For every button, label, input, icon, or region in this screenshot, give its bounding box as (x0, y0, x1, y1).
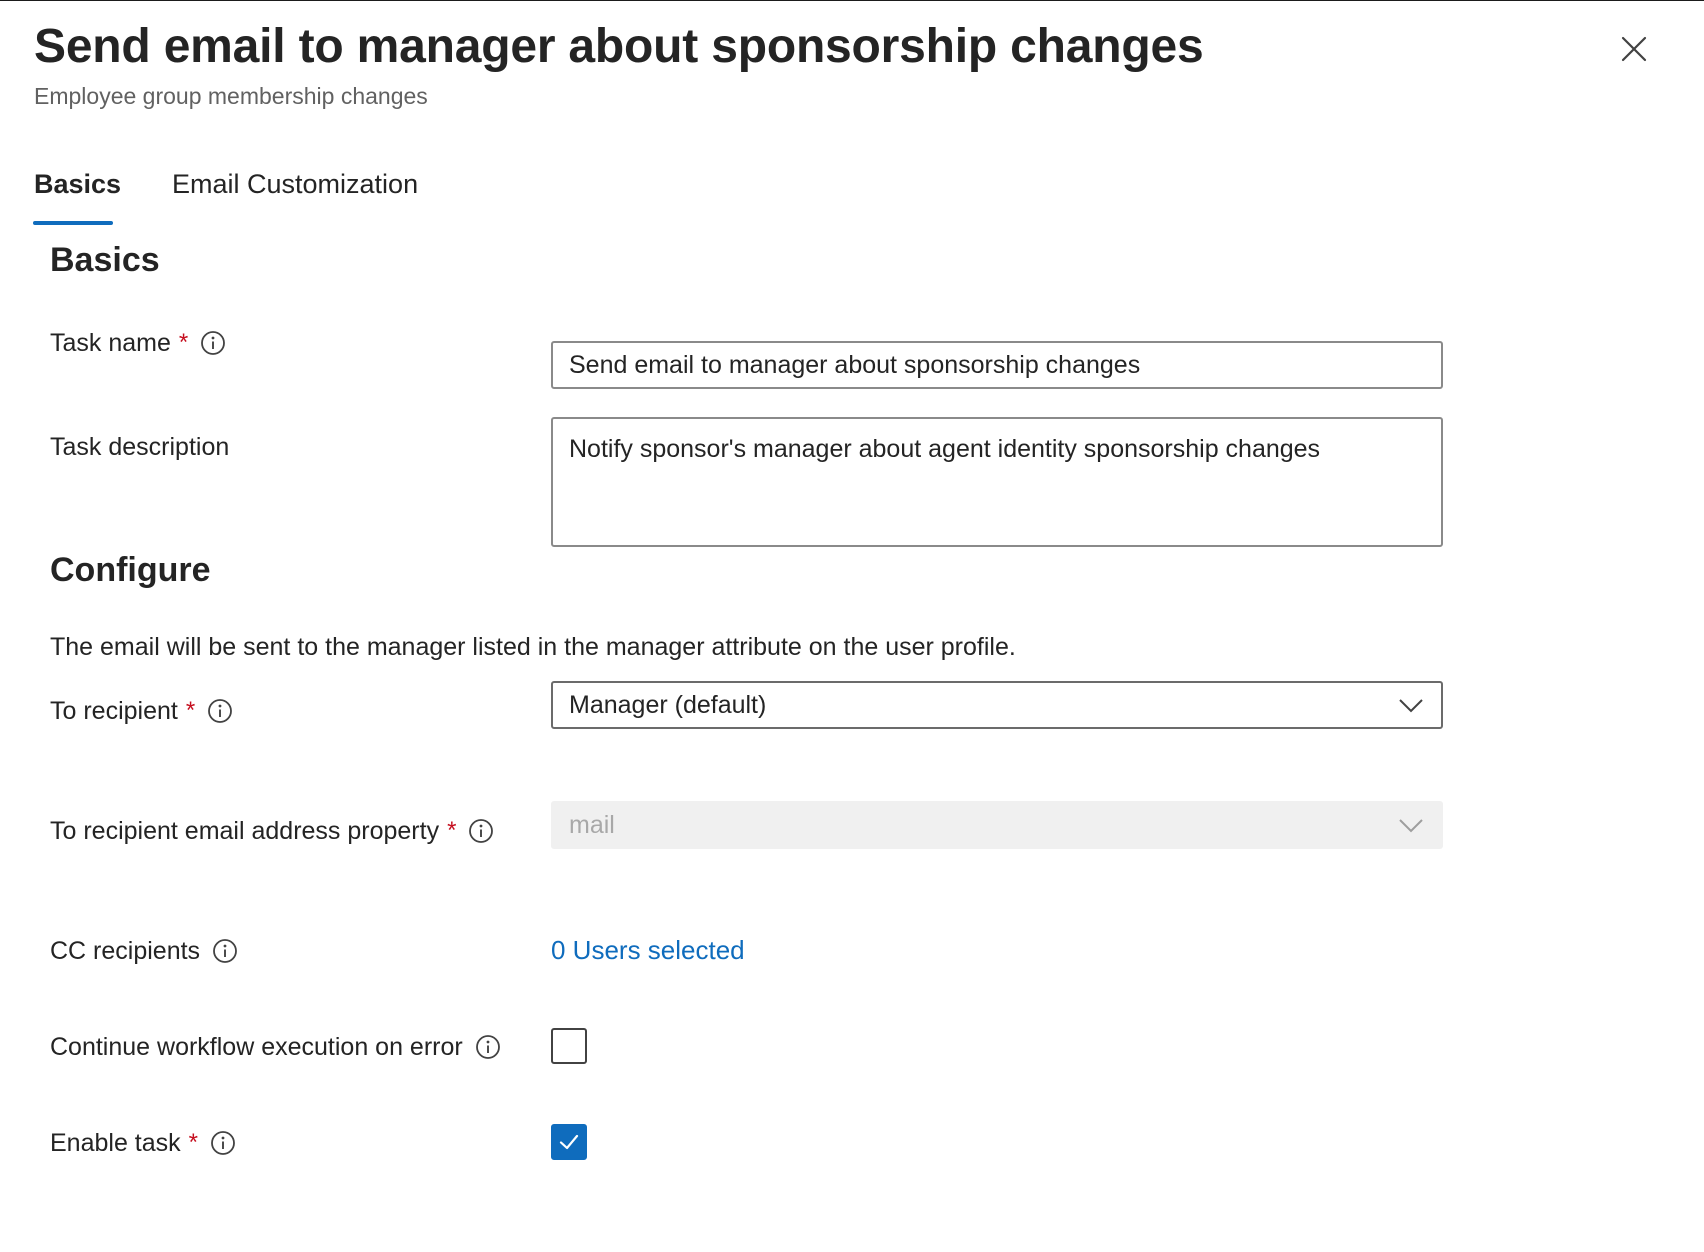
continue-on-error-label: Continue workflow execution on error (50, 1025, 501, 1069)
tab-active-indicator (33, 221, 113, 225)
required-marker: * (188, 1129, 198, 1156)
cc-recipients-label: CC recipients (50, 929, 238, 973)
required-marker: * (185, 697, 196, 724)
chevron-down-icon (1397, 695, 1425, 715)
tab-email-customization[interactable]: Email Customization (172, 169, 418, 200)
panel-title: Send email to manager about sponsorship … (34, 20, 1204, 73)
task-name-label-text: Task name (50, 328, 171, 357)
configure-description: The email will be sent to the manager li… (50, 633, 1016, 661)
info-icon[interactable] (212, 938, 238, 964)
configure-section-title: Configure (50, 551, 211, 589)
tab-basics-label: Basics (34, 169, 122, 199)
email-property-value: mail (569, 810, 615, 839)
close-button[interactable] (1614, 29, 1654, 69)
info-icon[interactable] (475, 1034, 501, 1060)
task-description-label-text: Task description (50, 432, 230, 461)
enable-task-label-text: Enable task (50, 1128, 181, 1157)
tab-basics[interactable]: Basics (33, 169, 122, 225)
tab-email-customization-label: Email Customization (172, 169, 419, 199)
task-description-input[interactable]: Notify sponsor's manager about agent ide… (551, 417, 1443, 547)
task-panel: Send email to manager about sponsorship … (0, 0, 1704, 1252)
to-recipient-dropdown[interactable]: Manager (default) (551, 681, 1443, 729)
cc-recipients-link[interactable]: 0 Users selected (551, 935, 745, 966)
required-marker: * (447, 817, 457, 844)
email-property-label: To recipient email address property * (50, 809, 494, 853)
task-name-label: Task name * (50, 321, 226, 365)
required-marker: * (178, 329, 189, 356)
info-icon[interactable] (468, 818, 494, 844)
cc-recipients-label-text: CC recipients (50, 936, 201, 965)
continue-on-error-checkbox[interactable] (551, 1028, 587, 1064)
close-icon (1621, 36, 1647, 62)
basics-section-title: Basics (50, 241, 160, 279)
continue-on-error-label-text: Continue workflow execution on error (50, 1032, 463, 1061)
panel-subtitle: Employee group membership changes (34, 83, 428, 109)
email-property-label-text: To recipient email address property (50, 816, 440, 845)
enable-task-label: Enable task * (50, 1121, 236, 1165)
task-description-label: Task description (50, 425, 229, 469)
info-icon[interactable] (207, 698, 233, 724)
checkmark-icon (559, 1134, 579, 1150)
to-recipient-value: Manager (default) (569, 690, 767, 719)
task-name-input[interactable] (551, 341, 1443, 389)
to-recipient-label-text: To recipient (50, 696, 178, 725)
chevron-down-icon (1397, 815, 1425, 835)
info-icon[interactable] (210, 1130, 236, 1156)
enable-task-checkbox[interactable] (551, 1124, 587, 1160)
email-property-dropdown: mail (551, 801, 1443, 849)
to-recipient-label: To recipient * (50, 689, 233, 733)
info-icon[interactable] (200, 330, 226, 356)
